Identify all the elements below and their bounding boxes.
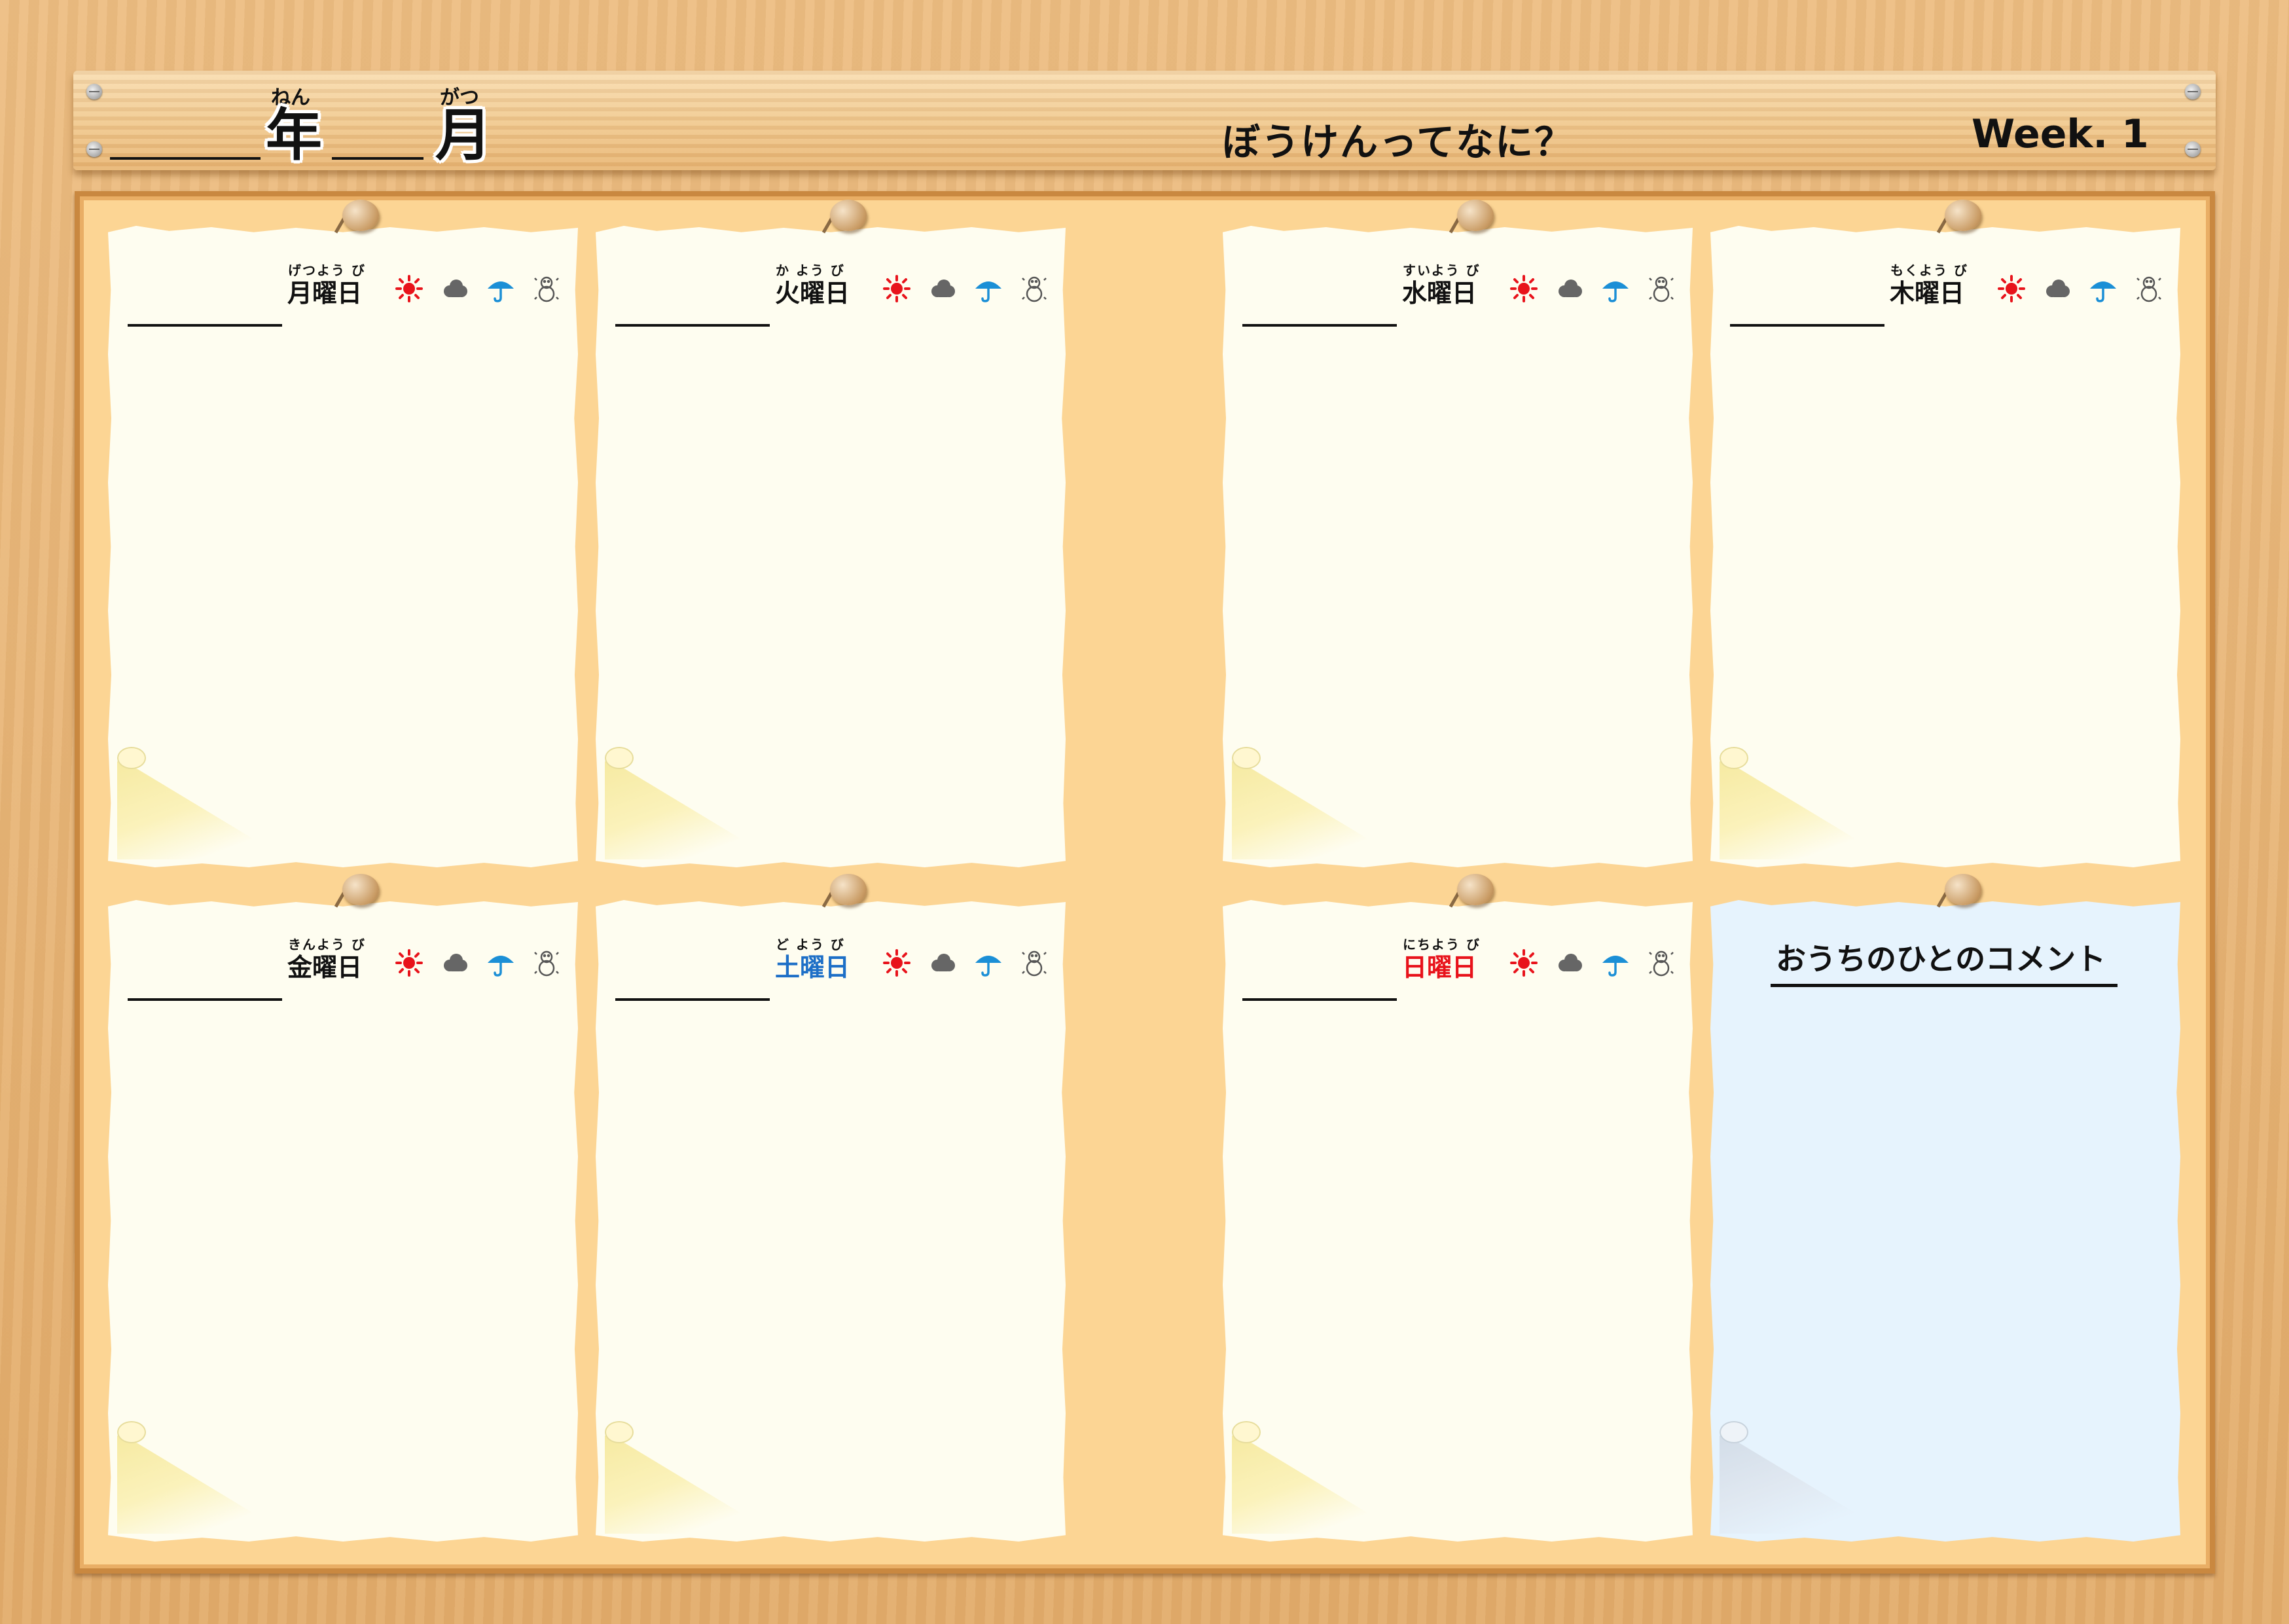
paper-curl: [1720, 1435, 1890, 1534]
snowman-icon[interactable]: [532, 948, 561, 977]
snowman-icon[interactable]: [1647, 274, 1676, 303]
sun-icon[interactable]: [1997, 274, 2026, 303]
paper-curl-edge: [117, 1421, 146, 1443]
day-card[interactable]: すいよう び 水曜日: [1223, 226, 1693, 867]
day-card[interactable]: にちよう び 日曜日: [1223, 900, 1693, 1542]
paper-curl-edge: [1232, 747, 1261, 769]
screw-icon: [86, 84, 102, 99]
paper-curl-edge: [117, 747, 146, 769]
day-label: 日曜日: [1402, 953, 1477, 982]
page-title: ぼうけんってなに？: [1222, 120, 1574, 164]
day-label: 火曜日: [775, 279, 850, 308]
date-blank[interactable]: [128, 998, 282, 1001]
paper-curl: [1232, 761, 1402, 859]
pushpin-icon: [342, 200, 379, 231]
umbrella-icon[interactable]: [486, 274, 515, 303]
pushpin-icon: [830, 200, 867, 231]
header-plank: ねん 年 がつ 月 ぼうけんってなに？ Week. 1: [73, 71, 2216, 170]
umbrella-icon[interactable]: [486, 948, 515, 977]
cloud-icon[interactable]: [928, 274, 957, 303]
snowman-icon[interactable]: [1020, 948, 1049, 977]
paper-curl-edge: [1232, 1421, 1261, 1443]
paper-curl-edge: [1720, 747, 1748, 769]
month-label: 月: [435, 103, 492, 168]
cloud-icon[interactable]: [928, 948, 957, 977]
week-label: Week. 1: [1972, 111, 2149, 157]
cloud-icon[interactable]: [1555, 274, 1584, 303]
comment-underline: [1771, 984, 2118, 987]
sun-icon[interactable]: [882, 948, 911, 977]
sun-icon[interactable]: [882, 274, 911, 303]
paper-curl: [117, 1435, 287, 1534]
snowman-icon[interactable]: [1020, 274, 1049, 303]
pushpin-icon: [1457, 874, 1494, 905]
date-blank[interactable]: [128, 324, 282, 327]
day-label: 水曜日: [1402, 279, 1477, 308]
sun-icon[interactable]: [395, 948, 424, 977]
year-blank[interactable]: [110, 157, 261, 160]
paper-curl: [1720, 761, 1890, 859]
date-blank[interactable]: [615, 324, 770, 327]
snowman-icon[interactable]: [532, 274, 561, 303]
pushpin-icon: [1457, 200, 1494, 231]
paper-curl: [605, 761, 775, 859]
day-card[interactable]: きんよう び 金曜日: [108, 900, 578, 1542]
date-blank[interactable]: [1242, 324, 1397, 327]
paper-curl: [117, 761, 287, 859]
paper-curl-edge: [605, 1421, 634, 1443]
umbrella-icon[interactable]: [974, 274, 1003, 303]
sun-icon[interactable]: [1509, 274, 1538, 303]
paper-curl-edge: [605, 747, 634, 769]
day-label: 金曜日: [287, 953, 363, 982]
pushpin-icon: [342, 874, 379, 905]
umbrella-icon[interactable]: [1601, 948, 1630, 977]
cloud-icon[interactable]: [2043, 274, 2072, 303]
date-blank[interactable]: [1730, 324, 1884, 327]
screw-icon: [2185, 141, 2201, 157]
sun-icon[interactable]: [1509, 948, 1538, 977]
cloud-icon[interactable]: [1555, 948, 1584, 977]
day-card[interactable]: げつよう び 月曜日: [108, 226, 578, 867]
month-blank[interactable]: [332, 157, 424, 160]
umbrella-icon[interactable]: [974, 948, 1003, 977]
paper-curl: [605, 1435, 775, 1534]
day-label: 土曜日: [775, 953, 850, 982]
cloud-icon[interactable]: [441, 274, 469, 303]
snowman-icon[interactable]: [1647, 948, 1676, 977]
comment-card[interactable]: おうちのひとのコメント: [1710, 900, 2180, 1542]
screw-icon: [2185, 84, 2201, 99]
day-label: 木曜日: [1890, 279, 1965, 308]
day-label: 月曜日: [287, 279, 363, 308]
paper-curl-edge: [1720, 1421, 1748, 1443]
umbrella-icon[interactable]: [2089, 274, 2118, 303]
screw-icon: [86, 141, 102, 157]
umbrella-icon[interactable]: [1601, 274, 1630, 303]
snowman-icon[interactable]: [2135, 274, 2163, 303]
pushpin-icon: [1945, 200, 1981, 231]
date-blank[interactable]: [1242, 998, 1397, 1001]
comment-title: おうちのひとのコメント: [1776, 941, 2106, 977]
sun-icon[interactable]: [395, 274, 424, 303]
day-card[interactable]: か よう び 火曜日: [596, 226, 1066, 867]
day-card[interactable]: ど よう び 土曜日: [596, 900, 1066, 1542]
cloud-icon[interactable]: [441, 948, 469, 977]
year-label: 年: [266, 103, 322, 168]
pushpin-icon: [1945, 874, 1981, 905]
date-blank[interactable]: [615, 998, 770, 1001]
paper-curl: [1232, 1435, 1402, 1534]
day-card[interactable]: もくよう び 木曜日: [1710, 226, 2180, 867]
pushpin-icon: [830, 874, 867, 905]
